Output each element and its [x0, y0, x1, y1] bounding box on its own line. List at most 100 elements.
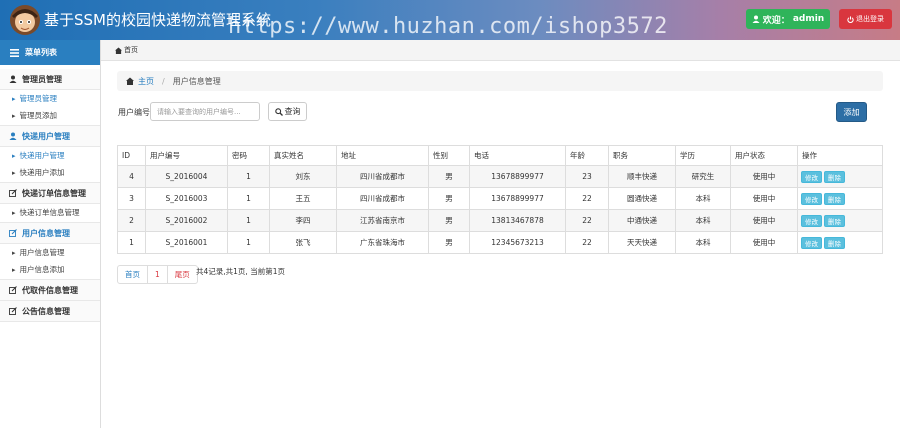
- table-cell: 3: [117, 187, 146, 210]
- sidebar-item-courier-user-manage[interactable]: ▸ 快递用户管理: [0, 147, 100, 164]
- delete-button[interactable]: 删除: [824, 192, 845, 205]
- breadcrumb-home[interactable]: 主页: [138, 76, 154, 87]
- table-cell: 男: [428, 187, 470, 210]
- sidebar-group-pickup[interactable]: 代取件信息管理: [0, 280, 100, 301]
- table-cell: 2: [117, 209, 146, 232]
- edit-icon: [9, 189, 17, 197]
- col-header-education: 学历: [675, 145, 731, 166]
- user-icon: [752, 15, 760, 23]
- menu-header: 菜单列表: [0, 40, 100, 65]
- sidebar-item-user-info-add[interactable]: ▸ 用户信息添加: [0, 261, 100, 278]
- list-icon: [10, 48, 19, 57]
- table-cell: 研究生: [675, 165, 731, 188]
- home-icon: [115, 46, 122, 54]
- table-cell: 江苏省南京市: [336, 209, 429, 232]
- sidebar-group-notice[interactable]: 公告信息管理: [0, 301, 100, 322]
- power-icon: [847, 15, 854, 23]
- table-cell: 王五: [269, 187, 337, 210]
- col-header-phone: 电话: [469, 145, 566, 166]
- delete-button[interactable]: 删除: [824, 214, 845, 227]
- user-icon: [9, 132, 17, 140]
- breadcrumb: 主页 / 用户信息管理: [117, 71, 883, 91]
- col-header-real-name: 真实姓名: [269, 145, 337, 166]
- col-header-user-no: 用户编号: [145, 145, 228, 166]
- pager-last[interactable]: 尾页: [168, 266, 197, 283]
- edit-button[interactable]: 修改: [801, 170, 822, 183]
- pagination: 首页 1 尾页: [117, 265, 198, 284]
- col-header-address: 地址: [336, 145, 429, 166]
- table-cell: 中通快递: [608, 209, 676, 232]
- table-cell: 使用中: [730, 209, 798, 232]
- table-cell: 1: [227, 187, 270, 210]
- pager-first[interactable]: 首页: [118, 266, 148, 283]
- table-header-row: ID 用户编号 密码 真实姓名 地址 性别 电话 年龄 职务 学历 用户状态 操…: [117, 145, 883, 166]
- table-cell-actions: 修改 删除: [797, 165, 883, 188]
- sidebar: 菜单列表 管理员管理 ▸ 管理员管理 ▸ 管理员添加 快递用户管理 ▸ 快递用户管理 …: [0, 40, 101, 428]
- sidebar-item-admin-manage[interactable]: ▸ 管理员管理: [0, 90, 100, 107]
- table-cell: 4: [117, 165, 146, 188]
- welcome-label: 欢迎：: [762, 15, 790, 26]
- delete-button[interactable]: 删除: [824, 170, 845, 183]
- table-cell: 张飞: [269, 231, 337, 254]
- table-cell: 天天快递: [608, 231, 676, 254]
- breadcrumb-current: 用户信息管理: [172, 76, 221, 86]
- table-cell: 13813467878: [469, 209, 566, 232]
- table-cell: 23: [565, 165, 609, 188]
- logout-button[interactable]: 退出登录: [839, 9, 892, 29]
- top-nav: 首页: [101, 40, 900, 61]
- table-cell: S_2016003: [145, 187, 228, 210]
- sidebar-item-courier-user-add[interactable]: ▸ 快递用户添加: [0, 164, 100, 181]
- welcome-user: admin: [792, 14, 825, 24]
- sidebar-group-courier-user[interactable]: 快递用户管理: [0, 126, 100, 147]
- welcome-badge: 欢迎： admin: [746, 9, 830, 29]
- sidebar-group-user-info[interactable]: 用户信息管理: [0, 223, 100, 244]
- table-row: 3 S_2016003 1 王五 四川省成都市男 13678899977 22 圆通快递 本科使…: [117, 187, 883, 210]
- table-cell: S_2016004: [145, 165, 228, 188]
- table-row: 4 S_2016004 1 刘东 四川省成都市男 13678899977 23 顺丰快递 研究生…: [117, 165, 883, 188]
- col-header-status: 用户状态: [730, 145, 798, 166]
- search-button[interactable]: 查询: [268, 102, 307, 121]
- user-info-table: ID 用户编号 密码 真实姓名 地址 性别 电话 年龄 职务 学历 用户状态 操…: [117, 145, 883, 254]
- table-cell: 使用中: [730, 187, 798, 210]
- table-cell: S_2016002: [145, 209, 228, 232]
- search-input[interactable]: [150, 102, 260, 121]
- search-icon: [274, 107, 283, 116]
- col-header-password: 密码: [227, 145, 270, 166]
- logout-label: 退出登录: [856, 15, 884, 23]
- table-cell: S_2016001: [145, 231, 228, 254]
- table-cell: 圆通快递: [608, 187, 676, 210]
- col-header-gender: 性别: [428, 145, 470, 166]
- edit-icon: [9, 286, 17, 294]
- edit-button[interactable]: 修改: [801, 214, 822, 227]
- sidebar-group-admin[interactable]: 管理员管理: [0, 69, 100, 90]
- table-row: 2 S_2016002 1 李四 江苏省南京市男 13813467878 22 中通快递 本科使…: [117, 209, 883, 232]
- cartoon-avatar-logo: [10, 5, 40, 35]
- delete-button[interactable]: 删除: [824, 236, 845, 249]
- table-cell-actions: 修改 删除: [797, 187, 883, 210]
- sidebar-item-admin-add[interactable]: ▸ 管理员添加: [0, 107, 100, 124]
- col-header-actions: 操作: [797, 145, 883, 166]
- sidebar-group-orders[interactable]: 快递订单信息管理: [0, 183, 100, 204]
- edit-button[interactable]: 修改: [801, 192, 822, 205]
- search-label: 用户编号: [118, 108, 150, 117]
- table-cell: 男: [428, 209, 470, 232]
- sidebar-item-orders-manage[interactable]: ▸ 快递订单信息管理: [0, 204, 100, 221]
- watermark-text: https://www.huzhan.com/ishop3572: [228, 14, 668, 39]
- breadcrumb-separator: /: [162, 76, 165, 86]
- table-cell: 13678899977: [469, 187, 566, 210]
- edit-button[interactable]: 修改: [801, 236, 822, 249]
- table-cell: 1: [117, 231, 146, 254]
- table-cell-actions: 修改 删除: [797, 209, 883, 232]
- table-cell: 使用中: [730, 165, 798, 188]
- table-cell: 广东省珠海市: [336, 231, 429, 254]
- pager-current-page[interactable]: 1: [148, 266, 168, 283]
- nav-home-link[interactable]: 首页: [124, 45, 138, 55]
- sidebar-item-user-info-manage[interactable]: ▸ 用户信息管理: [0, 244, 100, 261]
- table-row: 1 S_2016001 1 张飞 广东省珠海市男 12345673213 22 天天快递 本科使…: [117, 231, 883, 254]
- table-cell: 李四: [269, 209, 337, 232]
- add-button[interactable]: 添加: [836, 102, 867, 122]
- table-cell: 22: [565, 187, 609, 210]
- table-cell: 本科: [675, 187, 731, 210]
- col-header-age: 年龄: [565, 145, 609, 166]
- table-cell: 顺丰快递: [608, 165, 676, 188]
